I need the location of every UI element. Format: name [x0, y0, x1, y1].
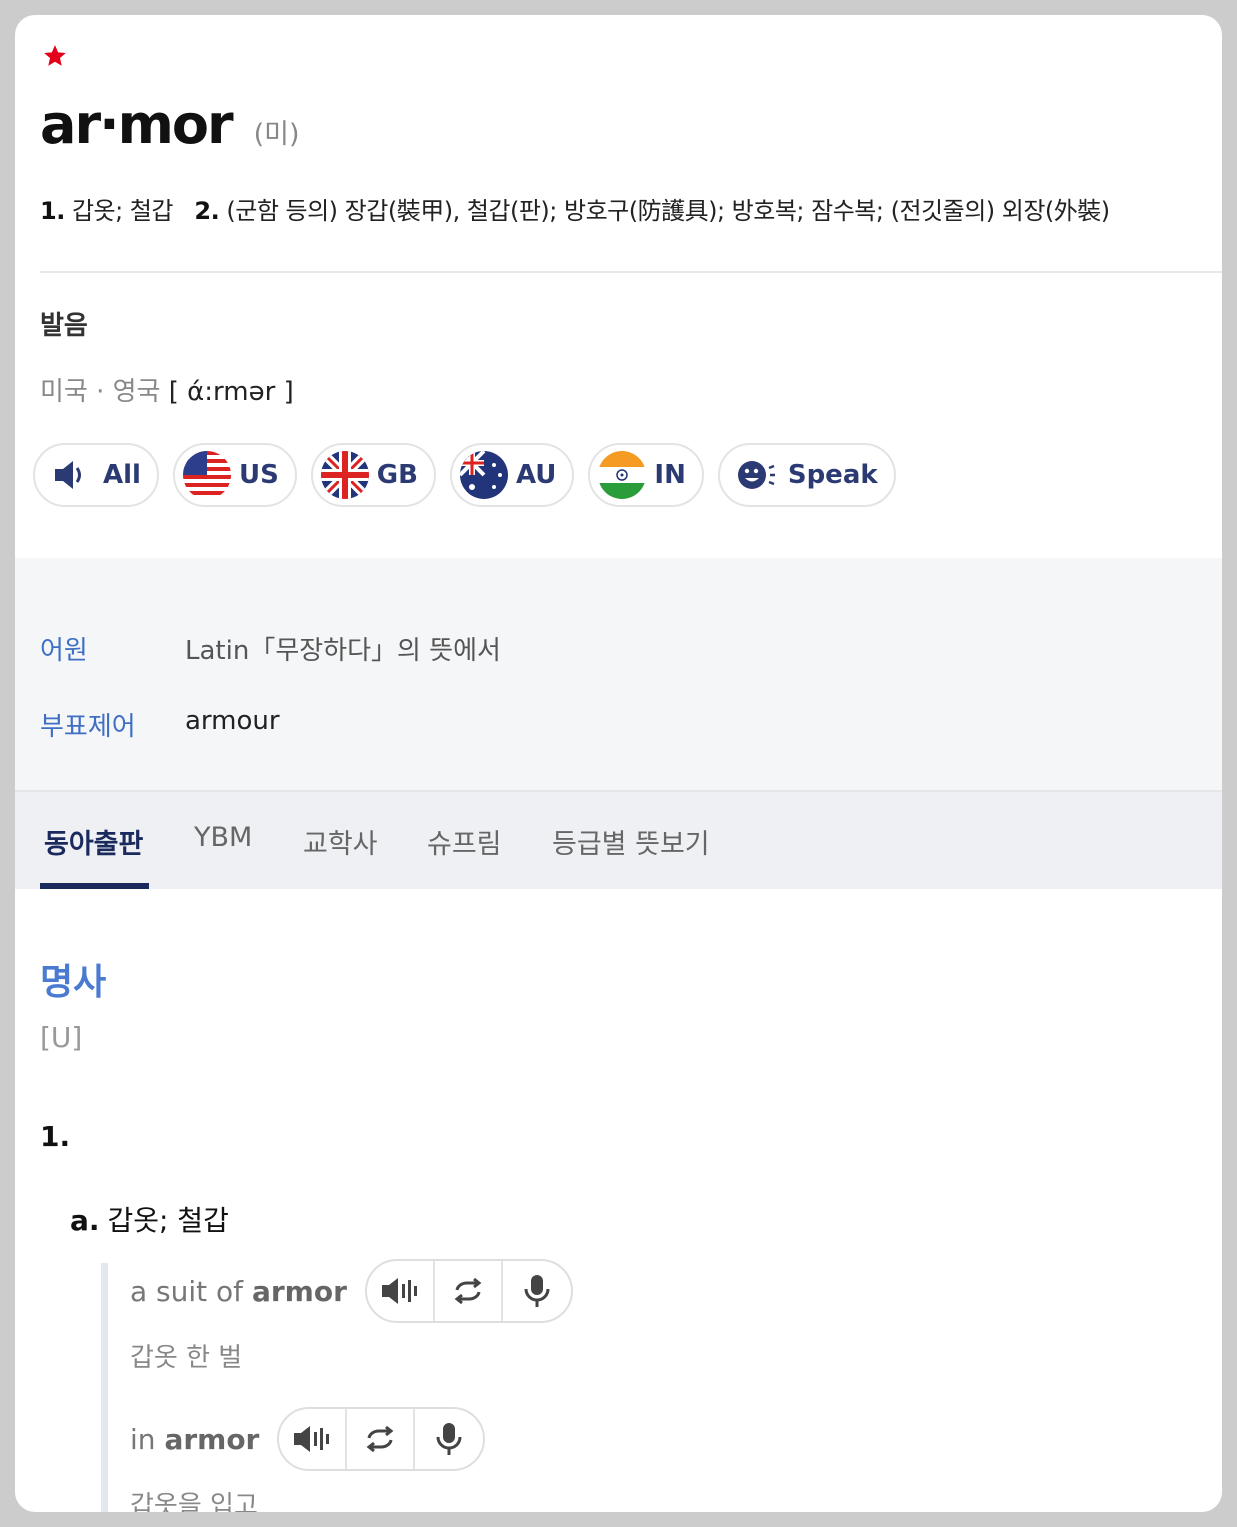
repeat-icon — [454, 1277, 482, 1305]
headword: ar·mor — [40, 93, 234, 156]
speak-label: Speak — [787, 460, 878, 490]
example-row: a suit of armor — [130, 1259, 573, 1323]
sub-sense: a. 갑옷; 철갑 — [70, 1199, 229, 1239]
variant-label: 부표제어 — [40, 712, 136, 742]
tab-kyohaksa[interactable]: 교학사 — [303, 822, 378, 861]
audio-us-label: US — [238, 460, 279, 490]
example-translation: 갑옷 한 벌 — [130, 1343, 243, 1373]
example-sentence: a suit of armor — [130, 1275, 347, 1308]
audio-buttons: All US GB AU IN Speak — [33, 443, 896, 507]
example-keyword: armor — [251, 1274, 347, 1308]
example-text: in — [130, 1422, 165, 1456]
gb-flag-icon — [320, 451, 369, 499]
speak-face-icon — [737, 461, 775, 489]
headword-row: ar·mor (미) — [40, 93, 300, 156]
audio-us-button[interactable]: US — [172, 443, 297, 507]
play-audio-button[interactable] — [279, 1409, 348, 1469]
repeat-icon — [366, 1425, 394, 1453]
speaker-wave-icon — [381, 1278, 417, 1304]
example-controls — [364, 1259, 573, 1323]
microphone-icon — [436, 1423, 462, 1455]
tab-ybm[interactable]: YBM — [194, 822, 252, 853]
pronunciation-label: 발음 — [40, 311, 88, 341]
speaker-wave-icon — [294, 1426, 330, 1452]
audio-in-button[interactable]: IN — [588, 443, 704, 507]
variant-value: armour — [185, 706, 280, 736]
audio-gb-label: GB — [376, 460, 418, 490]
example-controls — [277, 1407, 486, 1471]
record-button[interactable] — [415, 1409, 483, 1469]
example-sentence: in armor — [130, 1423, 259, 1456]
meaning-text: (군함 등의) 장갑(裝甲), 철갑(판); 방호구(防護具); 방호복; 잠수… — [226, 197, 1110, 225]
meaning-number: 1. — [40, 197, 65, 225]
example-translation: 갑옷을 입고 — [130, 1491, 258, 1512]
dictionary-card: ar·mor (미) 1. 갑옷; 철갑 2. (군함 등의) 장갑(裝甲), … — [15, 15, 1222, 1512]
audio-all-label: All — [103, 460, 141, 490]
sub-sense-label: a. — [70, 1204, 100, 1237]
audio-gb-button[interactable]: GB — [310, 443, 436, 507]
pronunciation-line: 미국 · 영국 [ ά:rmər ] — [40, 371, 294, 408]
record-button[interactable] — [503, 1261, 571, 1321]
example-text: a suit of — [130, 1274, 252, 1308]
meanings-summary: 1. 갑옷; 철갑 2. (군함 등의) 장갑(裝甲), 철갑(판); 방호구(… — [40, 191, 1110, 226]
star-icon[interactable] — [42, 43, 68, 69]
etymology-value: Latin「무장하다」의 뜻에서 — [185, 636, 501, 666]
grammar-code: [U] — [40, 1021, 83, 1054]
repeat-button[interactable] — [347, 1409, 416, 1469]
speak-button[interactable]: Speak — [717, 443, 896, 507]
example-row: in armor — [130, 1407, 486, 1471]
audio-all-button[interactable]: All — [33, 443, 159, 507]
audio-au-button[interactable]: AU — [449, 443, 575, 507]
audio-in-label: IN — [654, 460, 686, 490]
meaning-number: 2. — [194, 197, 220, 225]
play-audio-button[interactable] — [367, 1261, 435, 1321]
part-of-speech: 명사 — [40, 962, 107, 1003]
divider — [40, 271, 1222, 273]
pronunciation-region: 미국 · 영국 — [40, 377, 161, 407]
sense-number: 1. — [40, 1120, 71, 1153]
active-tab-underline — [40, 883, 149, 889]
in-flag-icon — [598, 451, 647, 499]
sub-sense-text: 갑옷; 철갑 — [107, 1204, 229, 1237]
tab-supreme[interactable]: 슈프림 — [427, 822, 502, 861]
example-keyword: armor — [164, 1422, 260, 1456]
dictionary-tabs: 동아출판 YBM 교학사 슈프림 등급별 뜻보기 — [15, 790, 1222, 889]
au-flag-icon — [459, 451, 508, 499]
us-flag-icon — [182, 451, 231, 499]
pronunciation-ipa: [ ά:rmər ] — [168, 377, 294, 407]
etymology-section: 어원 Latin「무장하다」의 뜻에서 부표제어 armour — [15, 558, 1222, 790]
tab-dong-a[interactable]: 동아출판 — [44, 822, 143, 861]
audio-au-label: AU — [515, 460, 557, 490]
microphone-icon — [524, 1275, 550, 1307]
headword-origin: (미) — [253, 119, 300, 150]
etymology-label: 어원 — [40, 636, 88, 666]
meaning-text: 갑옷; 철갑 — [71, 197, 174, 225]
examples-bar — [101, 1263, 108, 1512]
tab-level-meaning[interactable]: 등급별 뜻보기 — [552, 822, 710, 861]
speaker-icon — [55, 461, 81, 489]
repeat-button[interactable] — [435, 1261, 503, 1321]
